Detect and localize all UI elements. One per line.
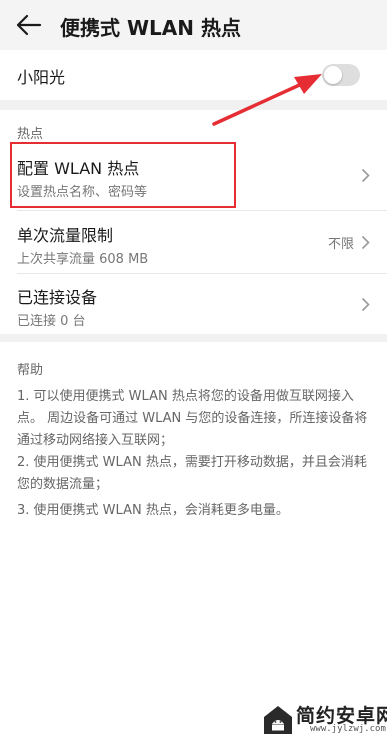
chevron-right-icon: [361, 297, 370, 312]
row-title: 配置 WLAN 热点: [17, 159, 140, 178]
help-section: 帮助 1. 可以使用便携式 WLAN 热点将您的设备用做互联网接入点。 周边设备…: [0, 342, 387, 740]
arrow-left-icon: [16, 14, 42, 36]
row-subtitle: 设置热点名称、密码等: [17, 185, 148, 200]
toggle-knob: [324, 66, 342, 84]
help-item: 2. 使用便携式 WLAN 热点，需要打开移动数据，并且会消耗您的数据流量；: [17, 455, 367, 492]
page-title: 便携式 WLAN 热点: [60, 16, 241, 40]
android-logo-icon: [264, 706, 292, 734]
row-value: 不限: [327, 237, 354, 252]
configure-hotspot-row[interactable]: 配置 WLAN 热点 设置热点名称、密码等: [0, 145, 387, 205]
watermark: 简约安卓网 www.jylzwj.com: [260, 700, 387, 740]
app-header: 便携式 WLAN 热点: [0, 0, 387, 50]
chevron-right-icon: [361, 235, 370, 250]
section-header: 热点: [0, 110, 387, 142]
back-button[interactable]: [10, 8, 46, 42]
help-item: 3. 使用便携式 WLAN 热点，会消耗更多电量。: [17, 503, 289, 518]
hotspot-toggle-switch[interactable]: [322, 64, 360, 86]
chevron-right-icon: [361, 168, 370, 183]
connected-devices-row[interactable]: 已连接设备 已连接 0 台: [0, 274, 387, 334]
row-title: 单次流量限制: [17, 226, 114, 245]
watermark-url: www.jylzwj.com: [310, 724, 386, 734]
help-item: 1. 可以使用便携式 WLAN 热点将您的设备用做互联网接入点。 周边设备可通过…: [17, 389, 368, 448]
help-title: 帮助: [17, 363, 44, 378]
data-limit-row[interactable]: 单次流量限制 上次共享流量 608 MB 不限: [0, 212, 387, 272]
divider: [17, 210, 387, 211]
section-divider: [0, 334, 387, 342]
row-subtitle: 上次共享流量 608 MB: [17, 252, 149, 267]
section-label: 热点: [17, 127, 44, 142]
section-divider: [0, 100, 387, 110]
hotspot-name-label: 小阳光: [17, 68, 66, 87]
row-subtitle: 已连接 0 台: [17, 314, 86, 329]
row-title: 已连接设备: [17, 288, 98, 307]
